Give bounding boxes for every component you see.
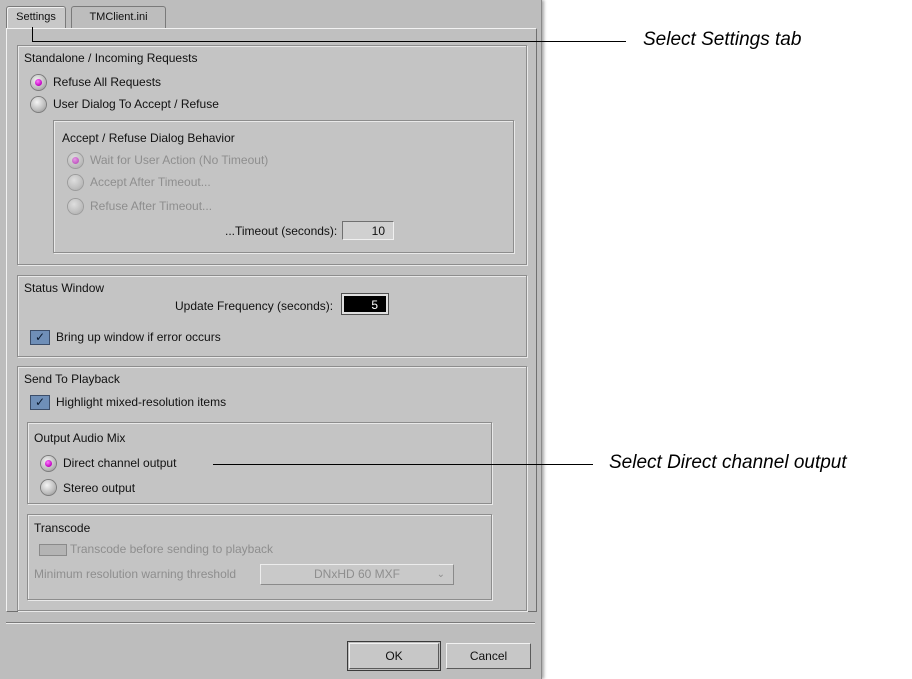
output-audio-mix-title: Output Audio Mix xyxy=(34,431,126,445)
direct-output-callout-line xyxy=(213,464,593,465)
user-dialog-label[interactable]: User Dialog To Accept / Refuse xyxy=(53,97,219,111)
timeout-label: ...Timeout (seconds): xyxy=(225,224,338,238)
transcode-checkbox[interactable] xyxy=(39,544,67,556)
tm-client-settings-dialog: Settings TMClient.ini Standalone / Incom… xyxy=(0,0,542,679)
stereo-output-label[interactable]: Stereo output xyxy=(63,481,135,495)
dialog-behavior-title: Accept / Refuse Dialog Behavior xyxy=(62,131,235,145)
highlight-mixed-resolution-checkbox[interactable]: ✓ xyxy=(30,395,50,410)
chevron-down-icon: ⌄ xyxy=(436,569,445,580)
tab-tmclient-ini-label: TMClient.ini xyxy=(89,11,148,23)
tab-settings[interactable]: Settings xyxy=(6,6,66,29)
refuse-all-label[interactable]: Refuse All Requests xyxy=(53,75,161,89)
update-frequency-label: Update Frequency (seconds): xyxy=(175,299,334,313)
accept-after-timeout-label[interactable]: Accept After Timeout... xyxy=(90,175,211,189)
send-to-playback-title: Send To Playback xyxy=(24,372,120,386)
direct-channel-output-radio[interactable] xyxy=(41,456,56,471)
update-frequency-field[interactable]: 5 xyxy=(341,293,389,315)
settings-tab-callout-stem xyxy=(32,27,33,41)
transcode-checkbox-label[interactable]: Transcode before sending to playback xyxy=(70,542,273,556)
direct-output-callout: Select Direct channel output xyxy=(609,452,847,473)
button-separator xyxy=(6,622,535,624)
wait-user-action-label[interactable]: Wait for User Action (No Timeout) xyxy=(90,153,268,167)
bring-up-window-checkbox[interactable]: ✓ xyxy=(30,330,50,345)
refuse-after-timeout-label[interactable]: Refuse After Timeout... xyxy=(90,199,212,213)
wait-user-action-radio[interactable] xyxy=(68,153,83,168)
transcode-group xyxy=(27,514,492,600)
ok-button[interactable]: OK xyxy=(347,641,441,671)
refuse-all-radio[interactable] xyxy=(31,75,46,90)
user-dialog-radio[interactable] xyxy=(31,97,46,112)
resolution-threshold-value: DNxHD 60 MXF xyxy=(313,567,400,581)
accept-after-timeout-radio[interactable] xyxy=(68,175,83,190)
settings-tab-callout: Select Settings tab xyxy=(643,29,802,50)
bring-up-window-label[interactable]: Bring up window if error occurs xyxy=(56,330,221,344)
stereo-output-radio[interactable] xyxy=(41,480,56,495)
resolution-threshold-label: Minimum resolution warning threshold xyxy=(34,567,237,581)
settings-tab-callout-line xyxy=(32,41,626,42)
direct-channel-output-label[interactable]: Direct channel output xyxy=(63,456,176,470)
refuse-after-timeout-radio[interactable] xyxy=(68,199,83,214)
standalone-group-title: Standalone / Incoming Requests xyxy=(24,51,198,65)
highlight-mixed-resolution-label[interactable]: Highlight mixed-resolution items xyxy=(56,395,226,409)
transcode-title: Transcode xyxy=(34,521,91,535)
tab-tmclient-ini[interactable]: TMClient.ini xyxy=(71,6,166,29)
cancel-button[interactable]: Cancel xyxy=(446,643,531,669)
status-window-title: Status Window xyxy=(24,281,105,295)
tab-settings-label: Settings xyxy=(16,11,56,23)
resolution-threshold-select[interactable]: DNxHD 60 MXF ⌄ xyxy=(260,564,454,585)
timeout-field[interactable]: 10 xyxy=(342,221,394,240)
